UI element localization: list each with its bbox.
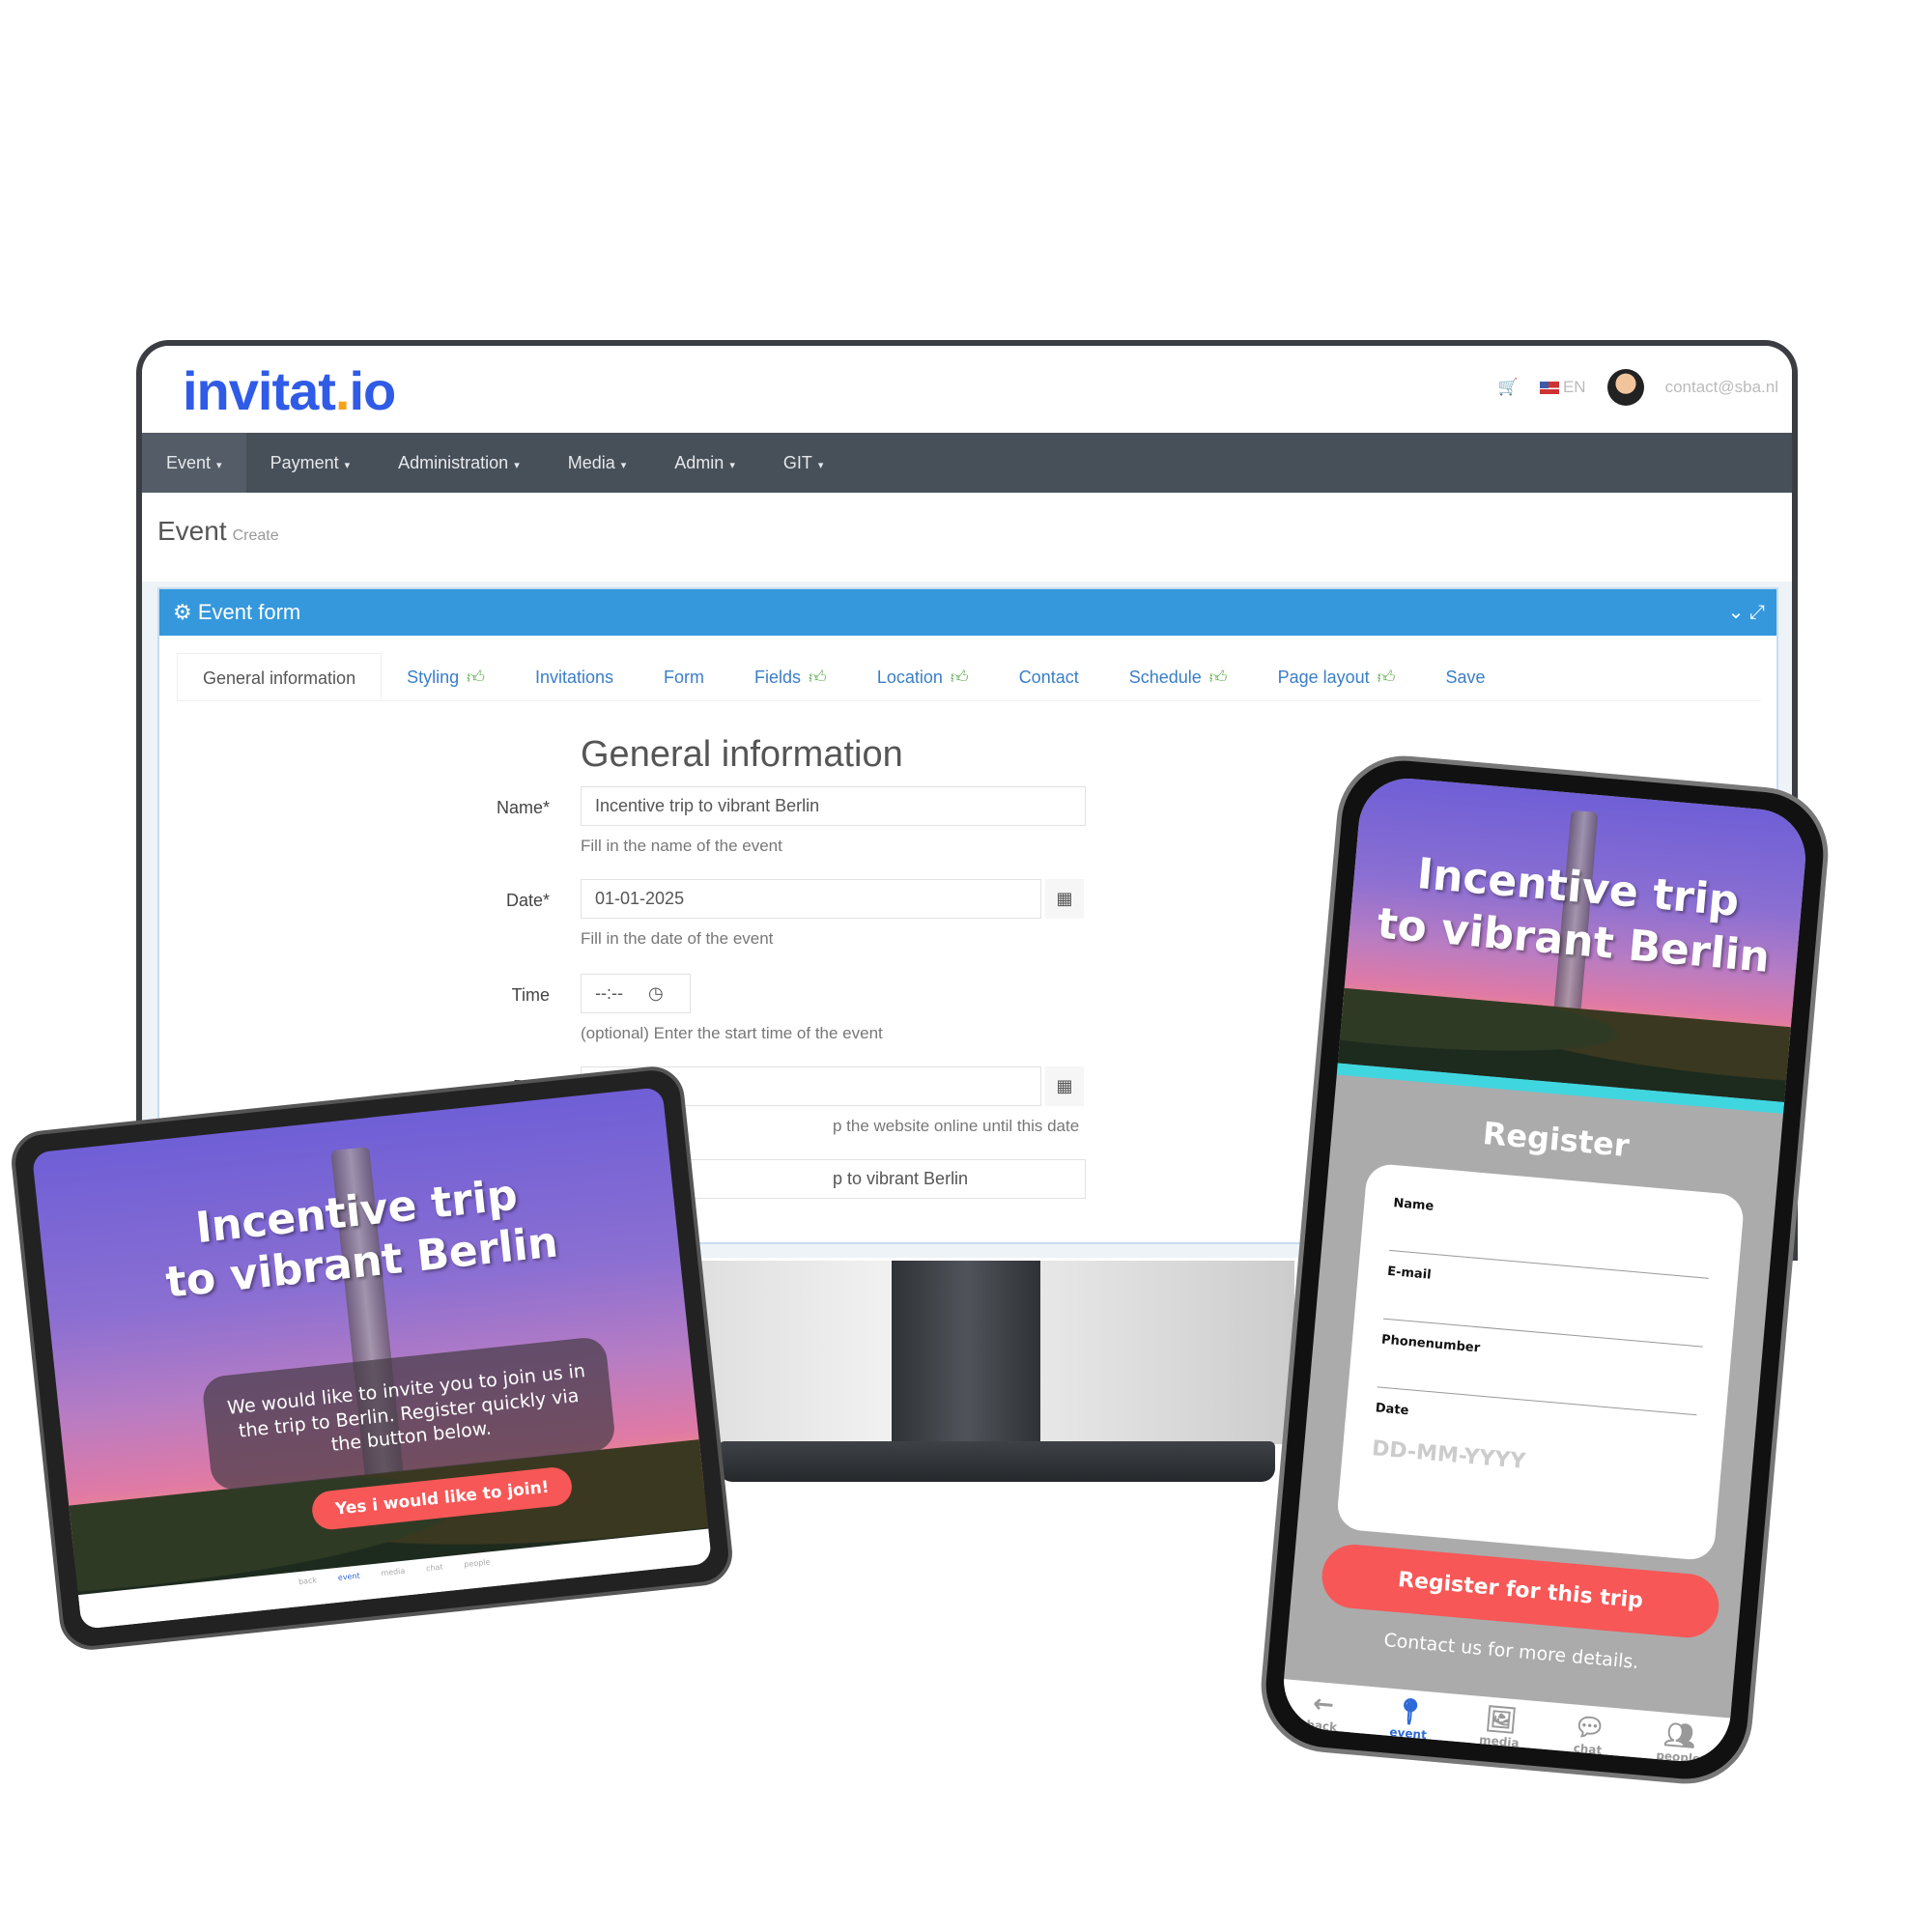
phone-hero-image: Incentive trip to vibrant Berlin xyxy=(1337,774,1810,1102)
tablet-hero-image: Incentive trip to vibrant Berlin We would… xyxy=(31,1087,713,1630)
tab-fields[interactable]: Fields 👍︎ xyxy=(729,653,852,700)
language-selector[interactable]: EN xyxy=(1539,378,1586,397)
nav-event[interactable]: Event ▾ xyxy=(142,433,246,493)
nav-git[interactable]: GIT ▾ xyxy=(759,433,848,493)
chevron-down-icon: ▾ xyxy=(344,460,351,471)
nav-payment[interactable]: Payment ▾ xyxy=(246,433,375,493)
tablet-device: Incentive trip to vibrant Berlin We would… xyxy=(8,1063,736,1654)
nav-media[interactable]: Media ▾ xyxy=(544,433,651,493)
chevron-down-icon: ▾ xyxy=(514,460,520,471)
chevron-down-icon: ▾ xyxy=(817,460,824,471)
tab-location[interactable]: Location 👍︎ xyxy=(852,653,994,700)
tab-contact[interactable]: Contact xyxy=(994,653,1104,700)
arrow-left-icon: ← xyxy=(1311,1689,1336,1720)
cart-icon[interactable]: 🛒 xyxy=(1498,378,1519,397)
monitor-base xyxy=(719,1441,1275,1482)
time-help: (optional) Enter the start time of the e… xyxy=(581,1024,883,1042)
time-label: Time xyxy=(511,985,550,1005)
tab-schedule[interactable]: Schedule 👍︎ xyxy=(1104,653,1253,700)
us-flag-icon xyxy=(1539,382,1559,395)
logo[interactable]: invitat.io xyxy=(183,359,396,422)
thumbs-up-icon: 👍︎ xyxy=(467,668,485,687)
form-tabs: General information Styling 👍︎ Invitation… xyxy=(177,653,1761,701)
image-icon: 🖼︎ xyxy=(1484,1704,1519,1737)
phone-bottom-nav: ← back 📍︎ event 🖼︎ media 💬︎ chat 👥︎ people xyxy=(1279,1679,1731,1766)
nav-media[interactable]: media xyxy=(381,1567,408,1598)
time-input[interactable]: --:-- ◷ xyxy=(581,974,691,1013)
expand-icon[interactable]: ⤢ xyxy=(1749,602,1765,623)
chevron-down-icon: ▾ xyxy=(216,460,222,471)
nav-administration[interactable]: Administration ▾ xyxy=(374,433,544,493)
nav-chat[interactable]: chat xyxy=(426,1563,446,1594)
collapse-icon[interactable]: ⌄ xyxy=(1728,602,1745,623)
nav-admin[interactable]: Admin ▾ xyxy=(650,433,759,493)
chevron-down-icon: ▾ xyxy=(729,460,735,471)
name-label: Name* xyxy=(496,798,550,817)
tab-general-information[interactable]: General information xyxy=(177,653,383,700)
thumbs-up-icon: 👍︎ xyxy=(1377,668,1396,687)
tab-invitations[interactable]: Invitations xyxy=(510,653,639,700)
tab-styling[interactable]: Styling 👍︎ xyxy=(382,653,510,700)
name-help: Fill in the name of the event xyxy=(581,837,782,855)
tab-page-layout[interactable]: Page layout 👍︎ xyxy=(1253,653,1421,700)
register-form: Name E-mail Phonenumber Date DD-MM-YYYY xyxy=(1335,1162,1746,1562)
tab-save[interactable]: Save xyxy=(1421,653,1511,700)
calendar-icon[interactable]: ▦ xyxy=(1045,879,1084,919)
nav-back[interactable]: back xyxy=(298,1576,320,1606)
chevron-down-icon: ▾ xyxy=(620,460,627,471)
date-help: Fill in the date of the event xyxy=(581,929,774,948)
date-label: Date* xyxy=(505,891,550,910)
people-icon: 👥︎ xyxy=(1662,1719,1697,1752)
clock-icon: ◷ xyxy=(647,983,664,1003)
page-title: Event Create xyxy=(157,516,279,546)
chat-icon: 💬︎ xyxy=(1572,1712,1607,1745)
panel-header: ⚙ Event form ⌄ ⤢ xyxy=(159,589,1776,636)
cogs-icon: ⚙ xyxy=(173,600,192,624)
thumbs-up-icon: 👍︎ xyxy=(809,668,827,687)
nav-chat[interactable]: 💬︎ chat xyxy=(1569,1712,1607,1765)
nav-people[interactable]: people xyxy=(464,1557,493,1589)
form-heading: General information xyxy=(581,734,903,775)
user-email[interactable]: contact@sba.nl xyxy=(1665,378,1778,397)
date-field[interactable]: DD-MM-YYYY xyxy=(1371,1436,1692,1489)
phone-device: Incentive trip to vibrant Berlin Register… xyxy=(1255,750,1834,1790)
tab-form[interactable]: Form xyxy=(639,653,729,700)
nav-back[interactable]: ← back xyxy=(1303,1689,1340,1760)
calendar-icon[interactable]: ▦ xyxy=(1045,1066,1084,1106)
nav-event[interactable]: event xyxy=(337,1572,362,1603)
thumbs-up-icon: 👍︎ xyxy=(1208,668,1228,687)
map-pin-icon: 📍︎ xyxy=(1392,1696,1428,1728)
nav-people[interactable]: 👥︎ people xyxy=(1653,1719,1703,1766)
app-header: invitat.io 🛒 EN contact@sba.nl xyxy=(142,346,1792,433)
monitor-stand xyxy=(892,1261,1040,1444)
nav-event[interactable]: 📍︎ event xyxy=(1386,1696,1430,1765)
name-input[interactable]: Incentive trip to vibrant Berlin xyxy=(581,786,1086,826)
main-nav: Event ▾ Payment ▾ Administration ▾ Media ▾ A… xyxy=(142,433,1792,493)
date2-help: p the website online until this date xyxy=(833,1117,1080,1135)
thumbs-up-icon: 👍︎ xyxy=(950,668,969,687)
avatar[interactable] xyxy=(1606,369,1644,406)
phone-title: Incentive trip to vibrant Berlin xyxy=(1375,849,1772,982)
date-input[interactable]: 01-01-2025 xyxy=(581,879,1041,919)
nav-media[interactable]: 🖼︎ media xyxy=(1476,1704,1522,1765)
